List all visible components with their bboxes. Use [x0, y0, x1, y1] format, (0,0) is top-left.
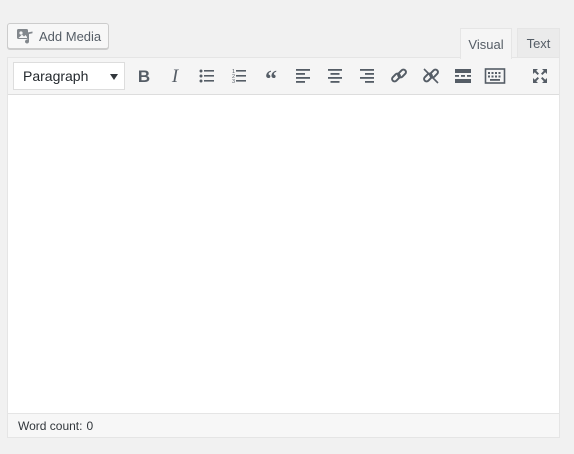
blockquote-button[interactable]: “ — [259, 64, 283, 88]
svg-text:B: B — [138, 67, 150, 86]
read-more-button[interactable] — [451, 64, 475, 88]
word-count-value: 0 — [86, 418, 94, 433]
align-left-button[interactable] — [291, 64, 315, 88]
numbered-list-button[interactable]: 1 2 3 — [227, 64, 251, 88]
svg-text:3: 3 — [232, 79, 235, 85]
toolbar-toggle-button[interactable] — [483, 64, 507, 88]
editor-toolbar: Paragraph B I 1 2 3 “ — [8, 58, 559, 95]
remove-link-button[interactable] — [419, 64, 443, 88]
editor-frame: Paragraph B I 1 2 3 “ Word count: 0 — [7, 57, 560, 438]
bulleted-list-icon — [197, 66, 217, 86]
italic-icon: I — [165, 66, 185, 86]
tab-visual[interactable]: Visual — [460, 28, 512, 59]
chevron-down-icon — [110, 74, 118, 80]
read-more-icon — [453, 66, 473, 86]
align-left-icon — [293, 66, 313, 86]
link-icon — [389, 66, 409, 86]
format-select-value: Paragraph — [23, 68, 89, 84]
italic-button[interactable]: I — [163, 64, 187, 88]
bulleted-list-button[interactable] — [195, 64, 219, 88]
numbered-list-icon: 1 2 3 — [229, 66, 249, 86]
format-select[interactable]: Paragraph — [13, 62, 125, 90]
align-center-button[interactable] — [323, 64, 347, 88]
add-media-label: Add Media — [39, 28, 102, 44]
align-right-button[interactable] — [355, 64, 379, 88]
bold-icon: B — [134, 66, 154, 86]
blockquote-icon: “ — [261, 66, 281, 86]
svg-text:I: I — [171, 66, 180, 86]
word-count-bar: Word count: 0 — [8, 413, 559, 437]
editor-content-area[interactable] — [8, 95, 559, 414]
align-center-icon — [325, 66, 345, 86]
align-right-icon — [357, 66, 377, 86]
add-media-button[interactable]: Add Media — [7, 23, 109, 49]
svg-text:“: “ — [265, 67, 277, 86]
keyboard-icon — [484, 66, 506, 86]
add-media-icon — [16, 28, 34, 44]
insert-link-button[interactable] — [387, 64, 411, 88]
fullscreen-icon — [530, 66, 550, 86]
tab-text[interactable]: Text — [517, 28, 560, 58]
bold-button[interactable]: B — [132, 64, 156, 88]
word-count-label: Word count: — [18, 418, 83, 433]
unlink-icon — [421, 66, 441, 86]
fullscreen-button[interactable] — [528, 64, 552, 88]
